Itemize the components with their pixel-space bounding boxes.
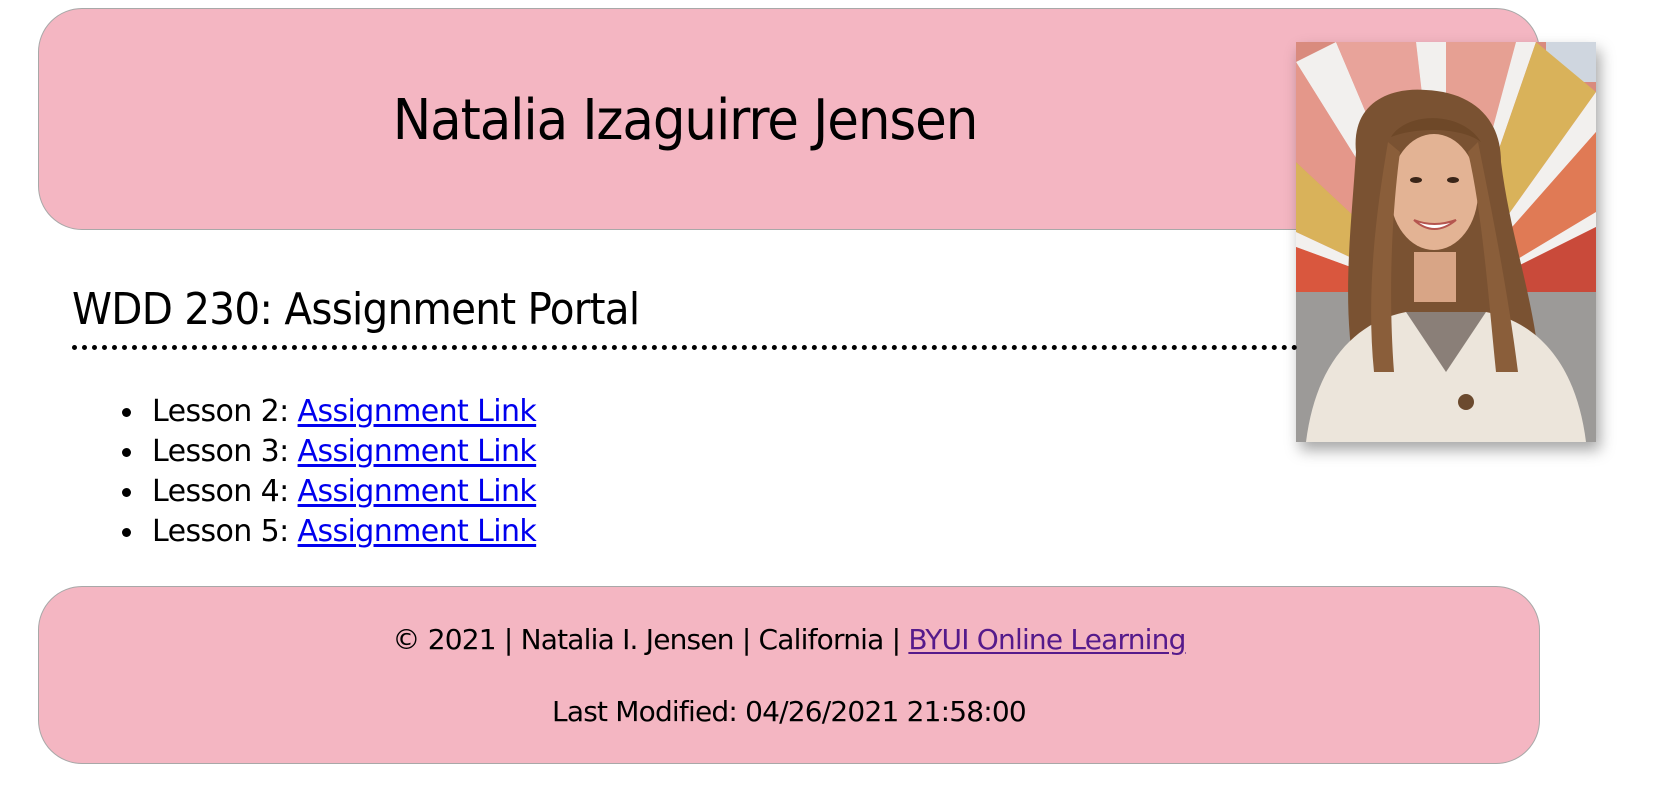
list-item: Lesson 2: Assignment Link [121, 392, 537, 432]
byui-online-learning-link[interactable]: BYUI Online Learning [908, 623, 1186, 656]
assignment-link-lesson-3[interactable]: Assignment Link [298, 434, 537, 469]
page: Natalia Izaguirre Jensen WDD 230: Assign… [0, 0, 1654, 802]
list-item: Lesson 5: Assignment Link [121, 512, 537, 552]
lesson-label: Lesson 4: [152, 474, 298, 509]
last-modified-line: Last Modified: 04/26/2021 21:58:00 [39, 695, 1539, 728]
lesson-label: Lesson 2: [152, 394, 298, 429]
site-footer: © 2021 | Natalia I. Jensen | California … [38, 586, 1540, 764]
portrait-photo [1296, 42, 1596, 442]
list-item: Lesson 4: Assignment Link [121, 472, 537, 512]
assignment-link-lesson-2[interactable]: Assignment Link [298, 394, 537, 429]
site-title: Natalia Izaguirre Jensen [392, 88, 979, 153]
assignment-link-lesson-4[interactable]: Assignment Link [298, 474, 537, 509]
copyright-text: © 2021 | Natalia I. Jensen | California … [392, 623, 909, 656]
footer-copyright-line: © 2021 | Natalia I. Jensen | California … [39, 623, 1539, 656]
last-modified-label: Last Modified: [552, 695, 746, 728]
assignment-link-lesson-5[interactable]: Assignment Link [298, 514, 537, 549]
last-modified-value: 04/26/2021 21:58:00 [745, 695, 1027, 728]
lesson-list: Lesson 2: Assignment Link Lesson 3: Assi… [121, 392, 537, 552]
list-item: Lesson 3: Assignment Link [121, 432, 537, 472]
lesson-label: Lesson 3: [152, 434, 298, 469]
heading-dotted-divider [72, 345, 1298, 350]
portrait-image [1296, 42, 1596, 442]
page-heading: WDD 230: Assignment Portal [72, 284, 640, 335]
lesson-label: Lesson 5: [152, 514, 298, 549]
